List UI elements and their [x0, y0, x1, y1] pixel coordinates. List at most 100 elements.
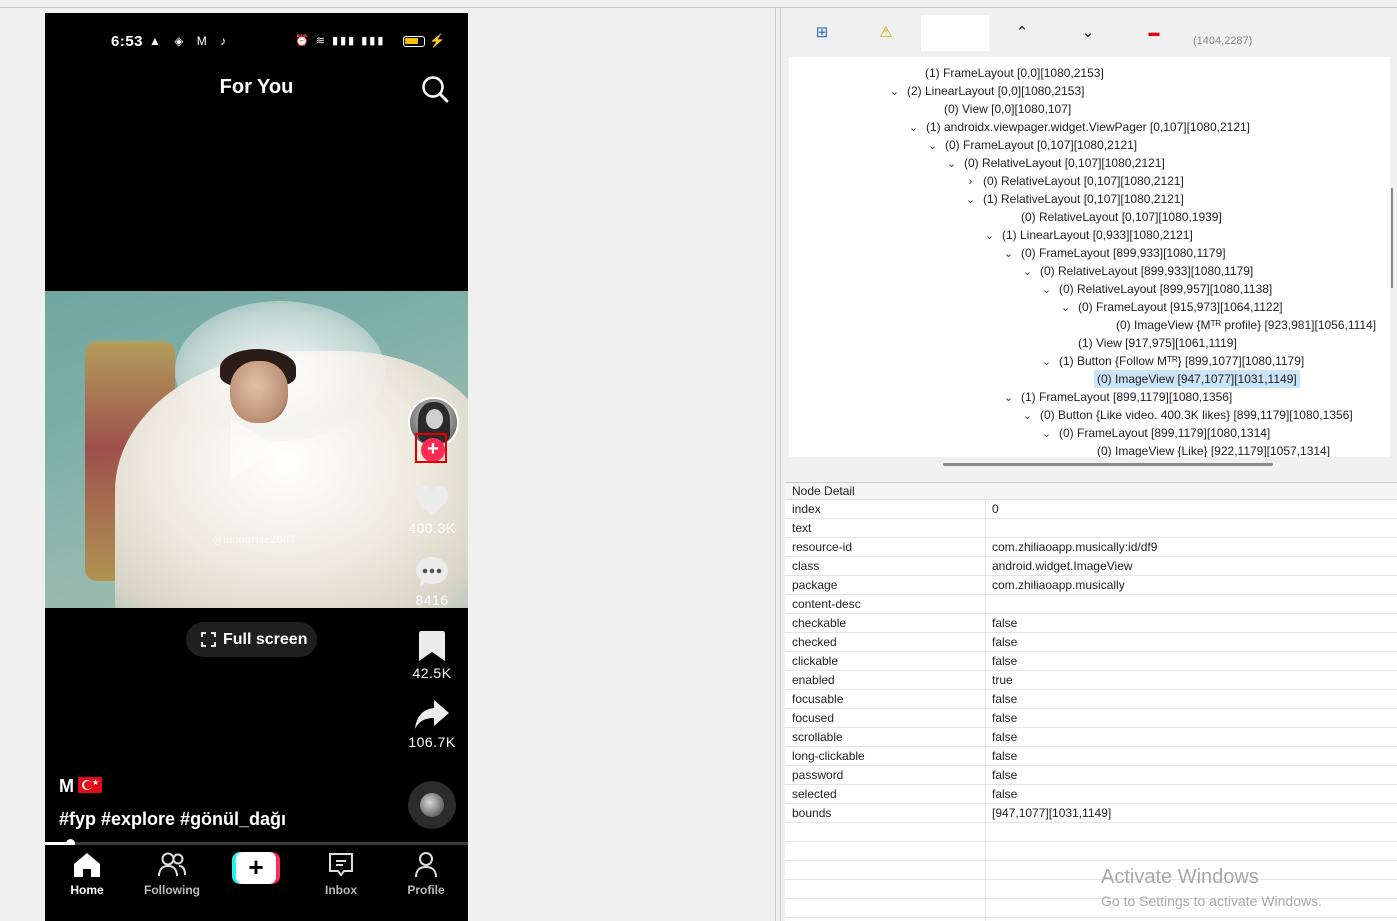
profile-icon — [415, 852, 437, 878]
tree-node[interactable]: ⌄ (0) FrameLayout [899,933][1080,1179] — [999, 244, 1229, 262]
creator-username[interactable]: M — [59, 776, 74, 797]
detail-value[interactable]: false — [992, 652, 1017, 671]
chevron-down-icon[interactable]: ⌄ — [1037, 353, 1056, 371]
tree-node[interactable]: ⌄ (1) FrameLayout [899,1179][1080,1356] — [999, 388, 1235, 406]
chevron-right-icon[interactable]: › — [961, 173, 980, 191]
video-watermark: @moonrise2007 — [213, 535, 296, 546]
tree-node[interactable]: (0) RelativeLayout [0,107][1080,1939] — [999, 208, 1225, 226]
detail-key: checked — [792, 635, 837, 649]
detail-value[interactable]: true — [992, 671, 1013, 690]
detail-row: long-clickable false — [785, 747, 1397, 766]
tree-node[interactable]: ⌄ (1) RelativeLayout [0,107][1080,2121] — [961, 190, 1187, 208]
tree-node[interactable]: ⌄ (0) RelativeLayout [0,107][1080,2121] — [942, 154, 1168, 172]
detail-value[interactable]: false — [992, 747, 1017, 766]
detail-value[interactable]: 0 — [992, 500, 999, 519]
detail-key: long-clickable — [792, 749, 865, 763]
chevron-down-icon[interactable]: ⌄ — [1018, 407, 1037, 425]
chevron-down-icon[interactable]: ⌄ — [885, 83, 904, 101]
fullscreen-icon — [201, 632, 216, 647]
bookmark-icon — [419, 631, 445, 661]
comment-button[interactable]: 8416 — [402, 555, 462, 608]
tree-node-label: (1) FrameLayout [0,0][1080,2153] — [925, 66, 1104, 80]
detail-value[interactable]: false — [992, 690, 1017, 709]
home-icon — [74, 853, 100, 877]
save-button[interactable]: 42.5K — [402, 630, 462, 681]
chevron-down-icon[interactable]: ⌄ — [1018, 263, 1037, 281]
tree-node[interactable]: ⌄ (0) FrameLayout [899,1179][1080,1314] — [1037, 424, 1273, 442]
tree-node[interactable]: ⌄ (0) FrameLayout [0,107][1080,2121] — [923, 136, 1140, 154]
tree-node-label: (0) RelativeLayout [0,107][1080,2121] — [983, 174, 1184, 188]
nav-home[interactable]: Home — [47, 851, 127, 897]
tree-node-label: (0) FrameLayout [0,107][1080,2121] — [945, 138, 1138, 152]
expand-all-icon[interactable]: ⊞ — [797, 15, 847, 51]
detail-key: scrollable — [792, 730, 843, 744]
detail-value[interactable]: com.zhiliaoapp.musically:id/df9 — [992, 538, 1157, 557]
detail-value[interactable]: false — [992, 728, 1017, 747]
phone-screen[interactable]: 6:53 ▲ ◈ M ♪ ⏰ ≋ ▮▮▮ ▮▮▮ ⚡ For You @moon… — [45, 13, 468, 921]
tree-node[interactable]: (0) ImageView {Like} [922,1179][1057,131… — [1075, 442, 1333, 457]
tree-node[interactable]: ⌄ (0) RelativeLayout [899,957][1080,1138] — [1037, 280, 1275, 298]
tree-vertical-scrollbar[interactable] — [1391, 188, 1393, 288]
inspector-pane: ⊞ ⚠ ⌃ ⌄ ▬ (1404,2287) (1) FrameLayout [0… — [780, 8, 1397, 921]
nav-following[interactable]: Following — [132, 851, 212, 897]
page-title[interactable]: For You — [45, 76, 468, 99]
tree-node[interactable]: (1) FrameLayout [0,0][1080,2153] — [903, 64, 1107, 82]
inbox-icon — [329, 853, 353, 877]
tree-node[interactable]: ⌄ (1) LinearLayout [0,933][1080,2121] — [980, 226, 1196, 244]
nav-inbox[interactable]: Inbox — [301, 851, 381, 897]
detail-key: enabled — [792, 673, 835, 687]
chevron-down-icon[interactable]: ⌄ — [1037, 425, 1056, 443]
detail-value[interactable]: false — [992, 766, 1017, 785]
tree-node-label: (0) FrameLayout [899,933][1080,1179] — [1021, 246, 1226, 260]
chevron-down-icon[interactable]: ⌄ — [923, 137, 942, 155]
like-button[interactable]: 400.3K — [402, 485, 462, 536]
clear-icon[interactable]: ▬ — [1129, 15, 1179, 51]
tree-node[interactable]: (0) ImageView {Mᵀᴿ profile} [923,981][10… — [1094, 316, 1379, 334]
detail-value[interactable]: com.zhiliaoapp.musically — [992, 576, 1125, 595]
chevron-down-icon[interactable]: ⌄ — [961, 191, 980, 209]
tree-node[interactable]: ⌄ (0) FrameLayout [915,973][1064,1122] — [1056, 298, 1286, 316]
chevron-down-icon[interactable]: ⌄ — [999, 245, 1018, 263]
chevron-down-icon[interactable]: ⌄ — [942, 155, 961, 173]
nav-profile[interactable]: Profile — [386, 851, 466, 897]
detail-value[interactable]: false — [992, 633, 1017, 652]
detail-key: package — [792, 578, 838, 592]
hierarchy-tree[interactable]: (1) FrameLayout [0,0][1080,2153] ⌄ (2) Lin… — [789, 57, 1390, 457]
chevron-down-icon[interactable]: ⌄ — [904, 119, 923, 137]
chevron-down-icon[interactable]: ⌄ — [1037, 281, 1056, 299]
detail-row: password false — [785, 766, 1397, 785]
detail-value[interactable]: [947,1077][1031,1149] — [992, 804, 1111, 823]
share-button[interactable]: 106.7K — [402, 699, 462, 750]
detail-row: focused false — [785, 709, 1397, 728]
tree-node[interactable]: ⌄ (1) androidx.viewpager.widget.ViewPager… — [904, 118, 1253, 136]
chevron-down-icon[interactable]: ⌄ — [1056, 299, 1075, 317]
detail-value[interactable]: false — [992, 614, 1017, 633]
music-disc-icon[interactable] — [408, 781, 456, 829]
node-detail-table: Node Detail index 0 text resource-id com.zhi… — [785, 482, 1397, 921]
tree-node[interactable]: ⌄ (2) LinearLayout [0,0][1080,2153] — [885, 82, 1087, 100]
fullscreen-button[interactable]: Full screen — [186, 622, 317, 657]
detail-key: class — [792, 559, 820, 573]
chevron-down-icon[interactable]: ⌄ — [980, 227, 999, 245]
detail-value[interactable]: android.widget.ImageView — [992, 557, 1133, 576]
search-icon[interactable] — [421, 75, 449, 103]
tree-node[interactable]: (0) ImageView [947,1077][1031,1149] — [1075, 370, 1300, 388]
detail-value[interactable]: false — [992, 785, 1017, 804]
tree-node[interactable]: ⌄ (0) RelativeLayout [899,933][1080,1179] — [1018, 262, 1256, 280]
detail-row: text — [785, 519, 1397, 538]
tree-node[interactable]: ⌄ (1) Button {Follow Mᵀᴿ} [899,1077][1080… — [1037, 352, 1307, 370]
play-icon[interactable] — [231, 419, 281, 479]
warning-icon[interactable]: ⚠ — [861, 15, 911, 51]
create-button[interactable]: + — [232, 852, 280, 884]
detail-value[interactable]: false — [992, 709, 1017, 728]
scroll-up-icon[interactable]: ⌃ — [997, 15, 1047, 51]
tree-node[interactable]: ⌄ (0) Button {Like video. 400.3K likes} [… — [1018, 406, 1356, 424]
tree-node[interactable]: (1) View [917,975][1061,1119] — [1056, 334, 1240, 352]
toolbar-blank-button[interactable] — [921, 15, 989, 51]
tree-node[interactable]: › (0) RelativeLayout [0,107][1080,2121] — [961, 172, 1187, 190]
scroll-down-icon[interactable]: ⌄ — [1063, 15, 1113, 51]
chevron-down-icon[interactable]: ⌄ — [999, 389, 1018, 407]
tree-horizontal-scrollbar[interactable] — [943, 463, 1273, 466]
tree-node[interactable]: (0) View [0,0][1080,107] — [922, 100, 1074, 118]
video-caption[interactable]: #fyp #explore #gönül_dağı — [59, 809, 286, 830]
